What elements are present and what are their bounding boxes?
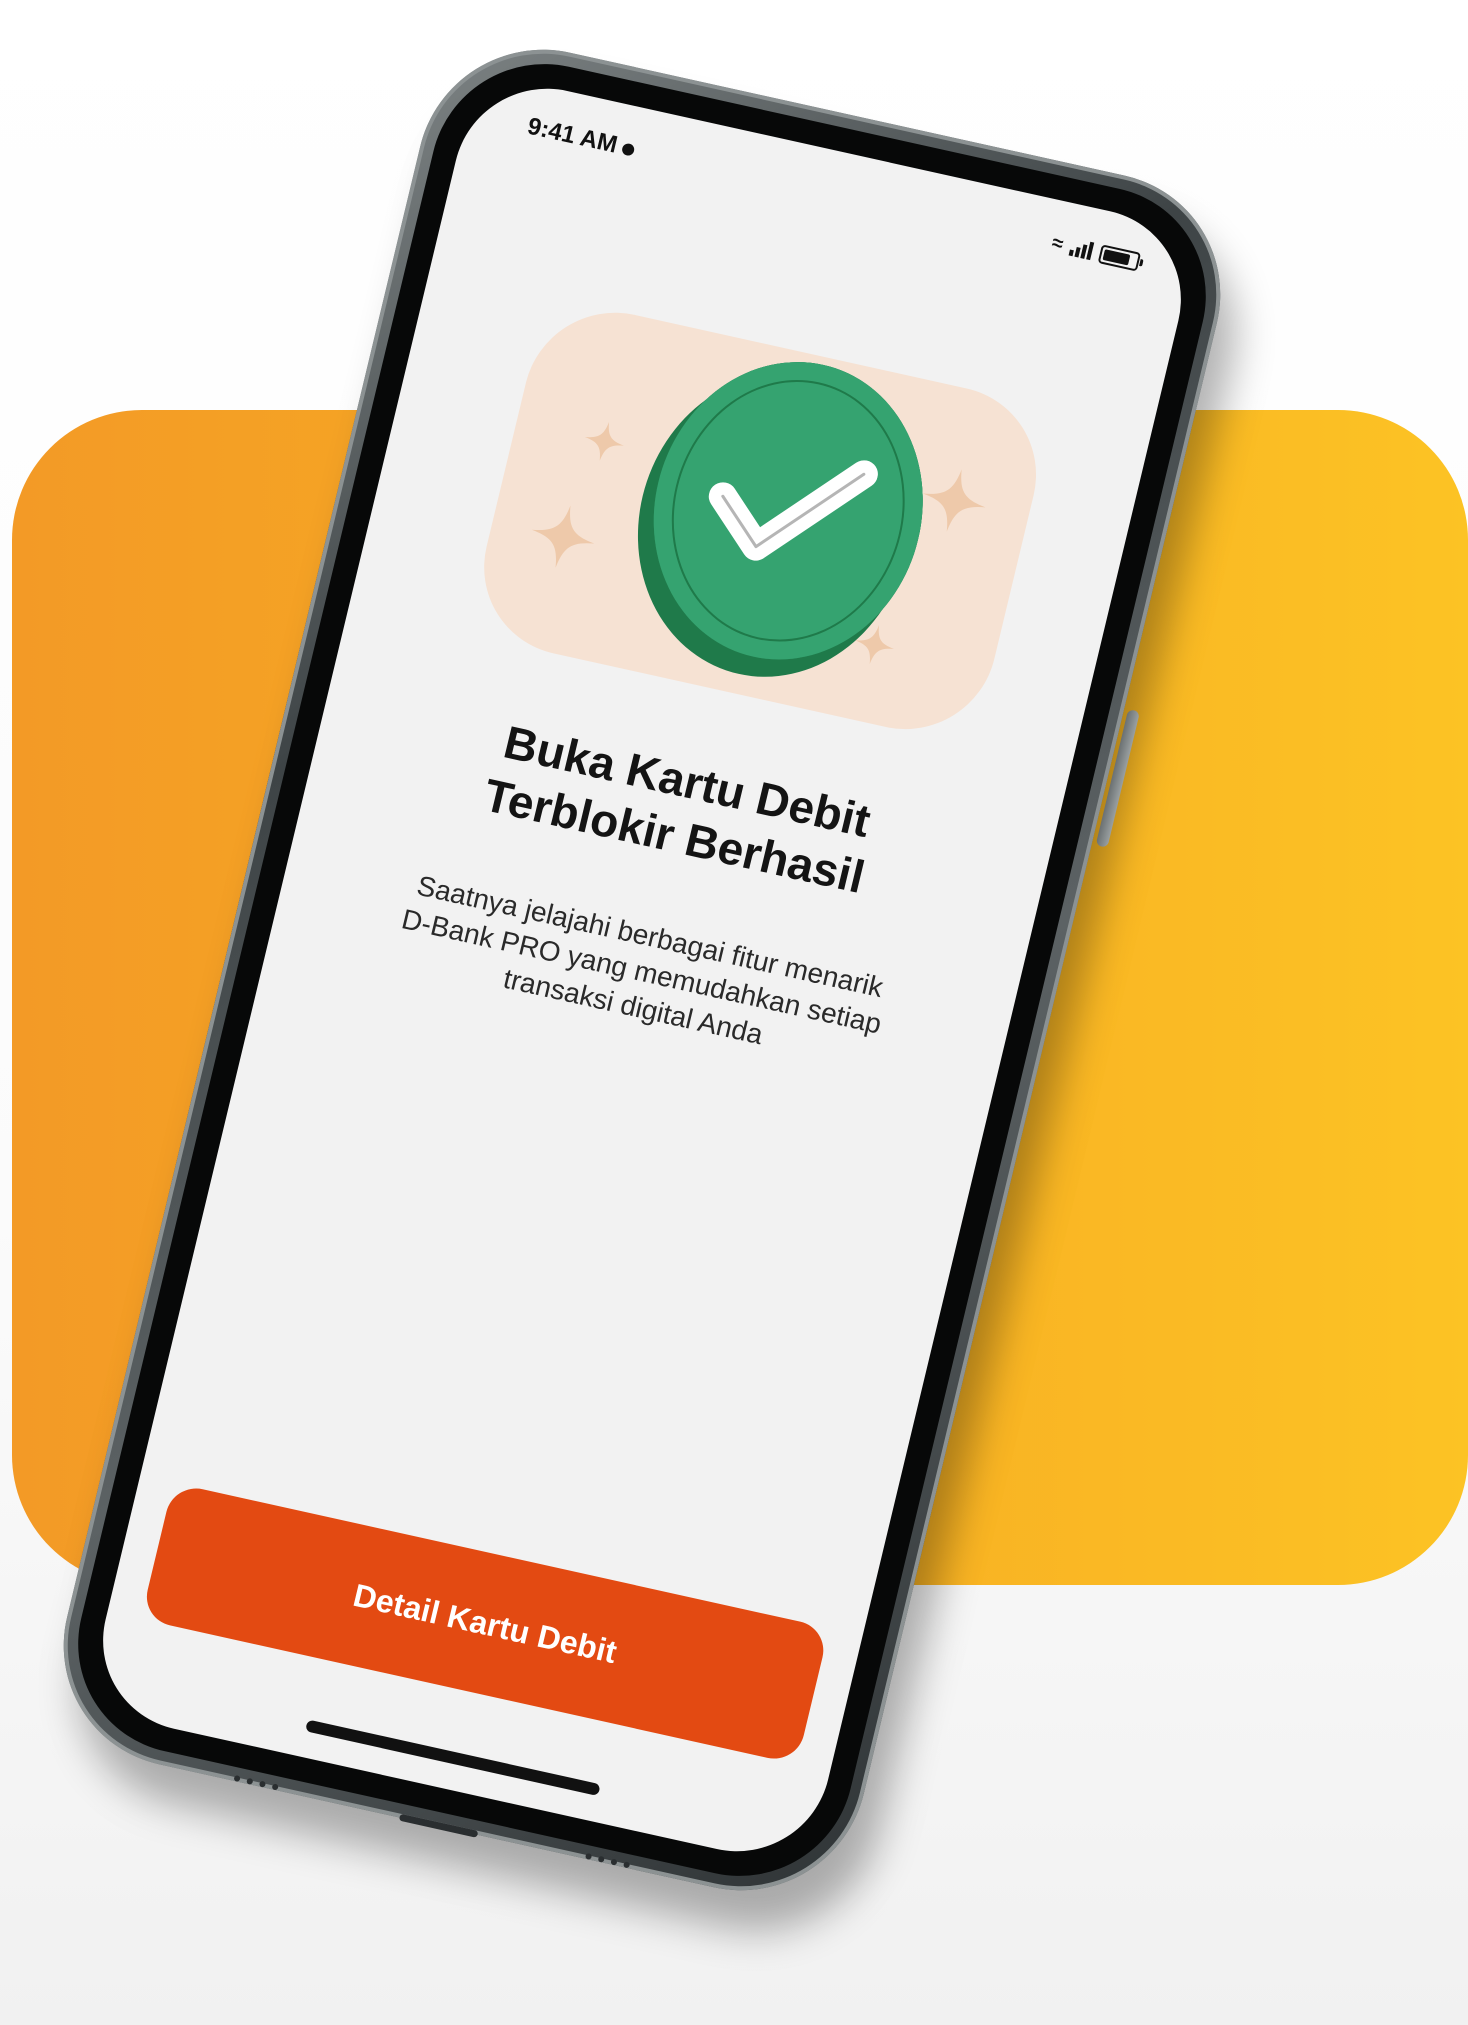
wifi-icon: ≈: [1049, 231, 1066, 256]
sparkle-icon: [922, 469, 986, 532]
battery-icon: [1097, 243, 1142, 272]
signal-icon: [1068, 238, 1095, 261]
status-time: 9:41 AM: [524, 112, 621, 159]
success-illustration: [465, 295, 1055, 747]
detail-card-button[interactable]: Detail Kartu Debit: [140, 1482, 830, 1765]
check-icon: [708, 460, 878, 561]
status-icons: ≈: [1049, 231, 1142, 273]
sparkle-icon: [584, 421, 624, 461]
sparkle-icon: [531, 505, 595, 568]
status-time-group: 9:41 AM: [525, 113, 638, 164]
alarm-icon: [621, 142, 636, 157]
